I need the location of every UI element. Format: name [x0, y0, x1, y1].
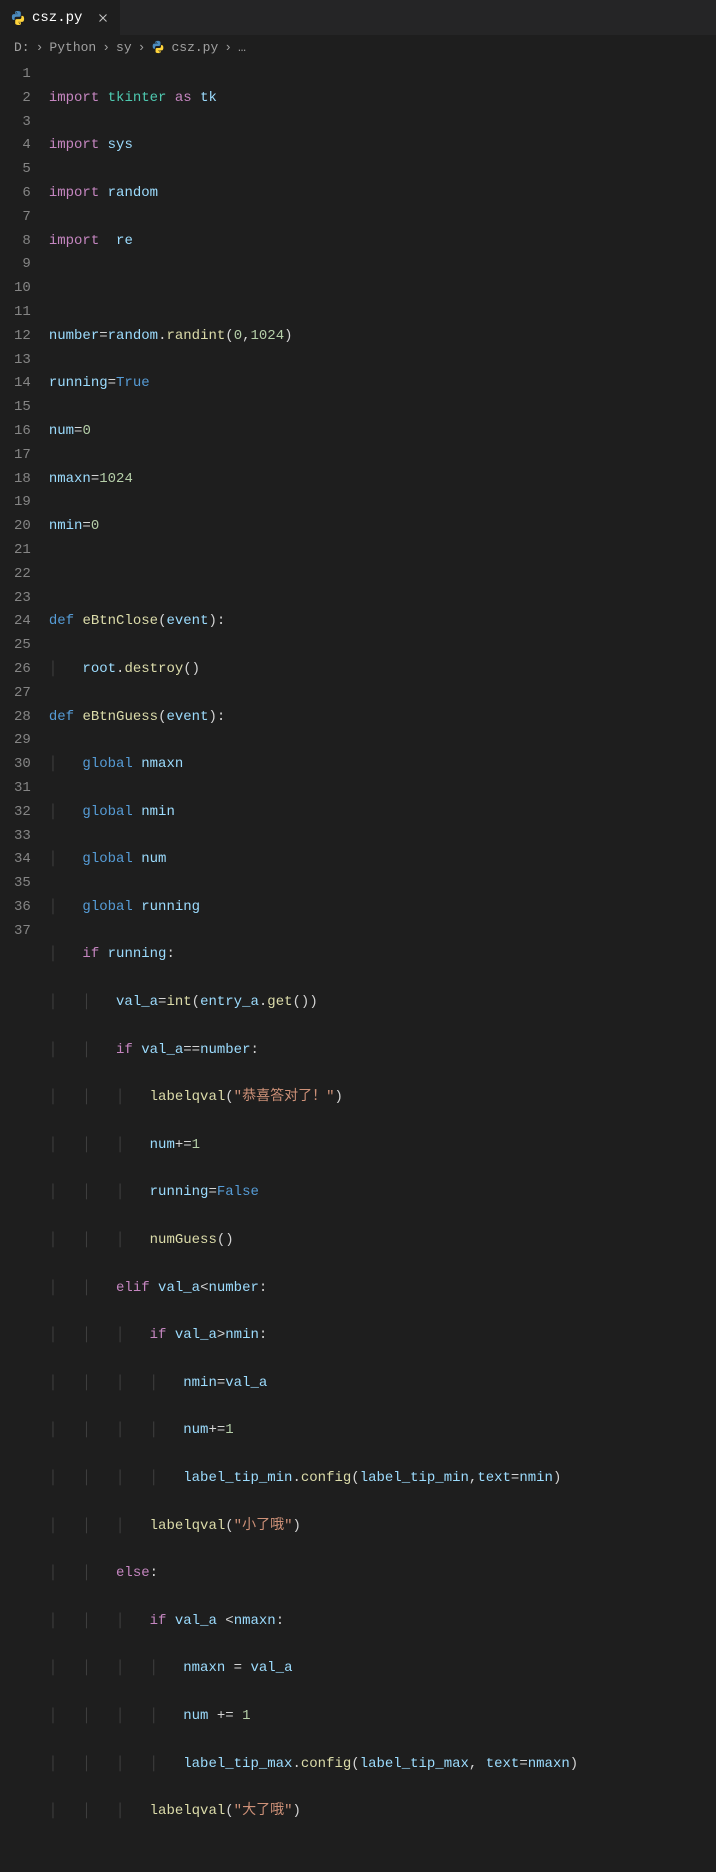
line-number: 17: [14, 444, 31, 468]
line-number: 7: [14, 206, 31, 230]
code-line: │ if running:: [49, 943, 578, 967]
code-line: │ │ elif val_a<number:: [49, 1277, 578, 1301]
code-line: │ root.destroy(): [49, 658, 578, 682]
chevron-right-icon: ›: [136, 40, 148, 55]
code-line: num=0: [49, 420, 578, 444]
code-line: │ │ │ │ label_tip_min.config(label_tip_m…: [49, 1467, 578, 1491]
code-line: │ │ │ if val_a>nmin:: [49, 1324, 578, 1348]
code-line: │ │ │ │ num += 1: [49, 1705, 578, 1729]
code-line: nmin=0: [49, 515, 578, 539]
line-number: 10: [14, 277, 31, 301]
code-line: │ │ │ │ num+=1: [49, 1419, 578, 1443]
code-line: nmaxn=1024: [49, 468, 578, 492]
line-number: 18: [14, 468, 31, 492]
breadcrumb: D: › Python › sy › csz.py › …: [0, 35, 716, 59]
code-line: [49, 563, 578, 587]
code-line: │ │ │ if val_a <nmaxn:: [49, 1610, 578, 1634]
line-number: 25: [14, 634, 31, 658]
line-number: 2: [14, 87, 31, 111]
breadcrumb-folder[interactable]: sy: [116, 40, 132, 55]
line-number: 24: [14, 610, 31, 634]
code-line: │ global num: [49, 848, 578, 872]
line-number: 36: [14, 896, 31, 920]
code-line: │ │ val_a=int(entry_a.get()): [49, 991, 578, 1015]
code-line: def eBtnClose(event):: [49, 610, 578, 634]
code-line: import tkinter as tk: [49, 87, 578, 111]
code-line: │ │ │ numGuess(): [49, 1229, 578, 1253]
line-number: 11: [14, 301, 31, 325]
breadcrumb-drive[interactable]: D:: [14, 40, 30, 55]
line-number: 34: [14, 848, 31, 872]
chevron-right-icon: ›: [100, 40, 112, 55]
line-number: 9: [14, 253, 31, 277]
breadcrumb-file-label: csz.py: [171, 40, 218, 55]
line-number: 27: [14, 682, 31, 706]
line-number: 29: [14, 729, 31, 753]
code-line: running=True: [49, 372, 578, 396]
code-editor[interactable]: 1234567891011121314151617181920212223242…: [0, 59, 716, 1872]
line-number: 32: [14, 801, 31, 825]
close-icon[interactable]: [96, 11, 110, 25]
line-number: 23: [14, 587, 31, 611]
code-line: import re: [49, 230, 578, 254]
tab-bar: csz.py: [0, 0, 716, 35]
code-line: │ global nmin: [49, 801, 578, 825]
code-line: │ │ │ running=False: [49, 1181, 578, 1205]
line-number: 5: [14, 158, 31, 182]
line-number: 26: [14, 658, 31, 682]
line-number: 31: [14, 777, 31, 801]
code-line: def eBtnGuess(event):: [49, 706, 578, 730]
code-line: │ │ │ │ nmin=val_a: [49, 1372, 578, 1396]
code-content[interactable]: import tkinter as tk import sys import r…: [49, 63, 578, 1872]
code-line: │ │ │ │ nmaxn = val_a: [49, 1657, 578, 1681]
line-number: 19: [14, 491, 31, 515]
chevron-right-icon: ›: [34, 40, 46, 55]
code-line: │ │ else:: [49, 1562, 578, 1586]
code-line: │ │ │ labelqval("小了哦"): [49, 1515, 578, 1539]
line-number: 8: [14, 230, 31, 254]
line-number: 30: [14, 753, 31, 777]
chevron-right-icon: ›: [222, 40, 234, 55]
line-number: 14: [14, 372, 31, 396]
line-number-gutter: 1234567891011121314151617181920212223242…: [0, 63, 49, 1872]
code-line: │ │ │ labelqval("恭喜答对了！"): [49, 1086, 578, 1110]
code-line: number=random.randint(0,1024): [49, 325, 578, 349]
code-line: │ │ │ labelqval("大了哦"): [49, 1800, 578, 1824]
line-number: 15: [14, 396, 31, 420]
line-number: 16: [14, 420, 31, 444]
tab-csz-py[interactable]: csz.py: [0, 0, 121, 35]
breadcrumb-folder[interactable]: Python: [49, 40, 96, 55]
line-number: 4: [14, 134, 31, 158]
code-line: │ │ │ num+=1: [49, 1134, 578, 1158]
breadcrumb-file[interactable]: csz.py: [151, 40, 218, 55]
line-number: 12: [14, 325, 31, 349]
code-line: import sys: [49, 134, 578, 158]
code-line: │ │ if val_a==number:: [49, 1039, 578, 1063]
line-number: 28: [14, 706, 31, 730]
code-line: │ │ │ │ label_tip_max.config(label_tip_m…: [49, 1753, 578, 1777]
tab-title: csz.py: [32, 10, 82, 26]
line-number: 21: [14, 539, 31, 563]
breadcrumb-trail[interactable]: …: [238, 40, 246, 55]
code-line: import random: [49, 182, 578, 206]
code-line: │ global nmaxn: [49, 753, 578, 777]
line-number: 20: [14, 515, 31, 539]
line-number: 37: [14, 920, 31, 944]
line-number: 33: [14, 825, 31, 849]
python-file-icon: [10, 10, 26, 26]
line-number: 35: [14, 872, 31, 896]
line-number: 6: [14, 182, 31, 206]
code-line: [49, 277, 578, 301]
line-number: 3: [14, 111, 31, 135]
line-number: 22: [14, 563, 31, 587]
line-number: 13: [14, 349, 31, 373]
line-number: 1: [14, 63, 31, 87]
code-line: │ global running: [49, 896, 578, 920]
